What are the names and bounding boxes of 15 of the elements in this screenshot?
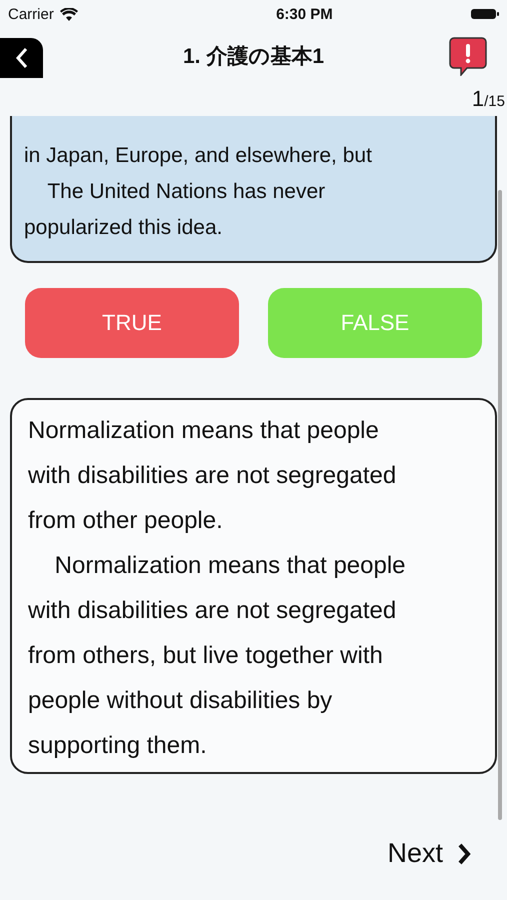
question-text: in Japan, Europe, and elsewhere, but The United Nations has never popularized this idea.: [24, 143, 373, 241]
question-counter: 1/15: [470, 86, 506, 113]
wifi-icon: [60, 8, 78, 20]
page-title: 1. 介護の基本1: [182, 45, 324, 68]
explanation-text: Normalization means that people with disabilities are not segregated from other people. Normalization means that people with disabilities are not segregated from others, but live together with people without disabilities by supporting them.: [28, 416, 407, 761]
report-icon[interactable]: [449, 36, 487, 76]
status-time: 6:30 PM: [276, 6, 333, 22]
carrier-label: Carrier: [8, 6, 54, 22]
chevron-left-icon: [14, 47, 28, 69]
back-button[interactable]: [0, 38, 43, 78]
battery-icon: [470, 8, 499, 20]
scroll-bar[interactable]: [498, 190, 502, 820]
next-button[interactable]: Next: [387, 838, 471, 869]
answer-button[interactable]: TRUE: [25, 288, 239, 358]
chevron-right-icon: [457, 842, 471, 864]
